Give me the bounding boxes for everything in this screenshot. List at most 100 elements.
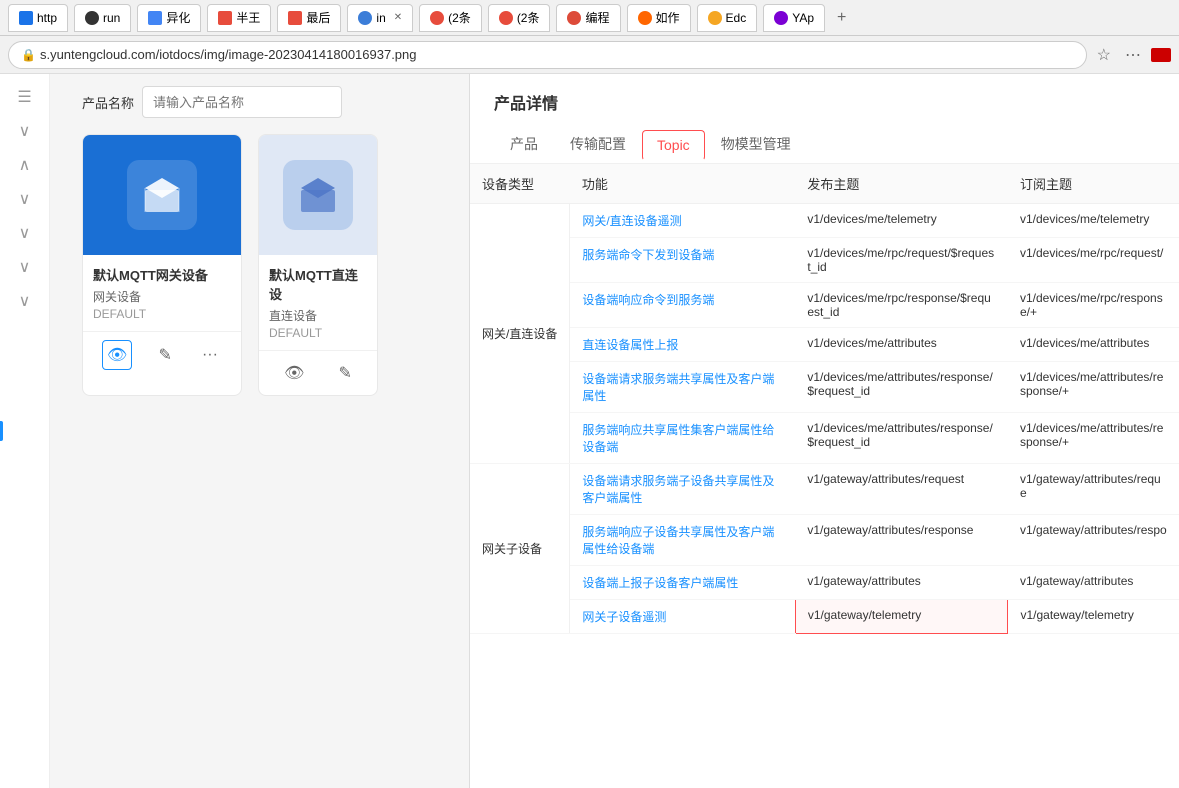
- tab-label-c2: (2条: [517, 9, 540, 26]
- tab-g[interactable]: 编程: [556, 4, 620, 32]
- nav-item-4[interactable]: ∨: [5, 218, 45, 248]
- tab-icon-http: [19, 11, 33, 25]
- card-view-button-2[interactable]: 👁: [280, 359, 308, 387]
- sub-cell: v1/devices/me/telemetry: [1008, 204, 1179, 238]
- sub-cell: v1/devices/me/attributes/response/+: [1008, 362, 1179, 413]
- func-cell[interactable]: 服务端响应子设备共享属性及客户端属性给设备端: [570, 515, 796, 566]
- browser-tabs: http run 异化 半王 最后 in ✕ (2条 (2条 编程 如作 Edc: [0, 0, 1179, 36]
- sub-cell: v1/devices/me/rpc/request/: [1008, 238, 1179, 283]
- pub-cell: v1/devices/me/rpc/request/$request_id: [795, 238, 1008, 283]
- tab-c2[interactable]: (2条: [488, 4, 551, 32]
- tab-icon-edc: [708, 11, 722, 25]
- table-row: 服务端响应共享属性集客户端属性给设备端 v1/devices/me/attribu…: [470, 413, 1179, 464]
- tab-label-in: in: [376, 11, 385, 25]
- tab-http[interactable]: http: [8, 4, 68, 32]
- func-cell[interactable]: 服务端响应共享属性集客户端属性给设备端: [570, 413, 796, 464]
- tab-k1[interactable]: 半王: [207, 4, 271, 32]
- more-button[interactable]: ⋯: [1121, 43, 1145, 67]
- address-bar[interactable]: 🔒 s.yuntengcloud.com/iotdocs/img/image-2…: [8, 41, 1087, 69]
- pub-cell: v1/gateway/attributes/response: [795, 515, 1008, 566]
- card-sub-1: 网关设备: [93, 288, 231, 305]
- pub-cell: v1/devices/me/rpc/response/$request_id: [795, 283, 1008, 328]
- func-cell[interactable]: 设备端请求服务端子设备共享属性及客户端属性: [570, 464, 796, 515]
- card-icon-area-2: [259, 135, 377, 255]
- card-edit-button-2[interactable]: ✎: [335, 359, 356, 387]
- tab-doc[interactable]: 异化: [137, 4, 201, 32]
- card-view-button-1[interactable]: 👁: [102, 340, 132, 370]
- lock-icon: 🔒: [21, 48, 36, 62]
- pub-cell: v1/gateway/telemetry: [795, 600, 1008, 634]
- tab-label-run: run: [103, 11, 120, 25]
- topic-table: 设备类型 功能 发布主题 订阅主题 网关/直连设备网关/直连设备遥测v1/dev…: [470, 164, 1179, 788]
- new-tab-button[interactable]: +: [831, 9, 852, 27]
- tab-in[interactable]: in ✕: [347, 4, 413, 32]
- tab-icon-y: [774, 11, 788, 25]
- col-sub: 订阅主题: [1008, 164, 1179, 204]
- col-func: 功能: [570, 164, 796, 204]
- tab-product[interactable]: 产品: [494, 126, 554, 164]
- card-title-2: 默认MQTT直连设: [269, 265, 367, 303]
- card-more-button-1[interactable]: ···: [198, 342, 222, 368]
- table-row: 网关子设备设备端请求服务端子设备共享属性及客户端属性v1/gateway/att…: [470, 464, 1179, 515]
- address-bar-row: 🔒 s.yuntengcloud.com/iotdocs/img/image-2…: [0, 36, 1179, 74]
- card-edit-button-1[interactable]: ✎: [154, 341, 175, 369]
- table-row: 网关子设备遥测v1/gateway/telemetryv1/gateway/te…: [470, 600, 1179, 634]
- tab-model[interactable]: 物模型管理: [705, 126, 807, 164]
- tab-label-c1: (2条: [448, 9, 471, 26]
- col-pub: 发布主题: [795, 164, 1008, 204]
- device-type-cell: 网关子设备: [470, 464, 570, 634]
- tab-y[interactable]: YAp: [763, 4, 825, 32]
- sidebar-nav: ☰ ∨ ∧ ∨ ∨ ∨ ∨: [0, 74, 50, 788]
- card-title-1: 默认MQTT网关设备: [93, 265, 231, 284]
- tabs-row: 产品 传输配置 Topic 物模型管理: [494, 126, 1155, 163]
- pub-cell: v1/gateway/attributes: [795, 566, 1008, 600]
- tab-run[interactable]: run: [74, 4, 131, 32]
- tab-c1[interactable]: (2条: [419, 4, 482, 32]
- nav-item-6[interactable]: ∨: [5, 286, 45, 316]
- tab-m[interactable]: 如作: [627, 4, 691, 32]
- nav-item-2[interactable]: ∧: [5, 150, 45, 180]
- sub-cell: v1/gateway/attributes/reque: [1008, 464, 1179, 515]
- col-device-type: 设备类型: [470, 164, 570, 204]
- nav-hamburger[interactable]: ☰: [5, 82, 45, 112]
- table-row: 服务端响应子设备共享属性及客户端属性给设备端v1/gateway/attribu…: [470, 515, 1179, 566]
- tab-label-http: http: [37, 11, 57, 25]
- language-flag[interactable]: [1151, 48, 1171, 62]
- sub-cell: v1/devices/me/attributes/response/+: [1008, 413, 1179, 464]
- left-content: 产品名称: [50, 74, 469, 788]
- func-cell[interactable]: 直连设备属性上报: [570, 328, 796, 362]
- func-cell[interactable]: 网关子设备遥测: [570, 600, 796, 634]
- browser-actions: ☆ ⋯: [1093, 43, 1171, 67]
- func-cell[interactable]: 网关/直连设备遥测: [570, 204, 796, 238]
- nav-item-5[interactable]: ∨: [5, 252, 45, 282]
- tab-transfer[interactable]: 传输配置: [554, 126, 642, 164]
- func-cell[interactable]: 设备端响应命令到服务端: [570, 283, 796, 328]
- func-cell[interactable]: 设备端上报子设备客户端属性: [570, 566, 796, 600]
- func-cell[interactable]: 服务端命令下发到设备端: [570, 238, 796, 283]
- tab-icon-globe: [358, 11, 372, 25]
- card-actions-2: 👁 ✎: [259, 350, 377, 395]
- sub-cell: v1/gateway/attributes/respo: [1008, 515, 1179, 566]
- card-actions-1: 👁 ✎ ···: [83, 331, 241, 378]
- table-row: 设备端响应命令到服务端v1/devices/me/rpc/response/$r…: [470, 283, 1179, 328]
- card-tag-1: DEFAULT: [93, 307, 231, 321]
- card-tag-2: DEFAULT: [269, 326, 367, 340]
- card-icon-area-1: [83, 135, 241, 255]
- sub-cell: v1/gateway/telemetry: [1008, 600, 1179, 634]
- tab-k2[interactable]: 最后: [277, 4, 341, 32]
- pub-cell: v1/devices/me/telemetry: [795, 204, 1008, 238]
- func-cell[interactable]: 设备端请求服务端共享属性及客户端属性: [570, 362, 796, 413]
- table-row: 服务端命令下发到设备端v1/devices/me/rpc/request/$re…: [470, 238, 1179, 283]
- tab-icon-m: [638, 11, 652, 25]
- product-name-input[interactable]: [142, 86, 342, 118]
- tab-edc[interactable]: Edc: [697, 4, 758, 32]
- close-icon[interactable]: ✕: [394, 12, 402, 23]
- table-row: 网关/直连设备网关/直连设备遥测v1/devices/me/telemetryv…: [470, 204, 1179, 238]
- bookmark-button[interactable]: ☆: [1093, 43, 1115, 67]
- nav-item-1[interactable]: ∨: [5, 116, 45, 146]
- card-info-1: 默认MQTT网关设备 网关设备 DEFAULT: [83, 255, 241, 331]
- nav-item-3[interactable]: ∨: [5, 184, 45, 214]
- tab-topic[interactable]: Topic: [642, 130, 705, 161]
- address-text: s.yuntengcloud.com/iotdocs/img/image-202…: [40, 47, 1074, 62]
- tab-label-k2: 最后: [306, 9, 330, 26]
